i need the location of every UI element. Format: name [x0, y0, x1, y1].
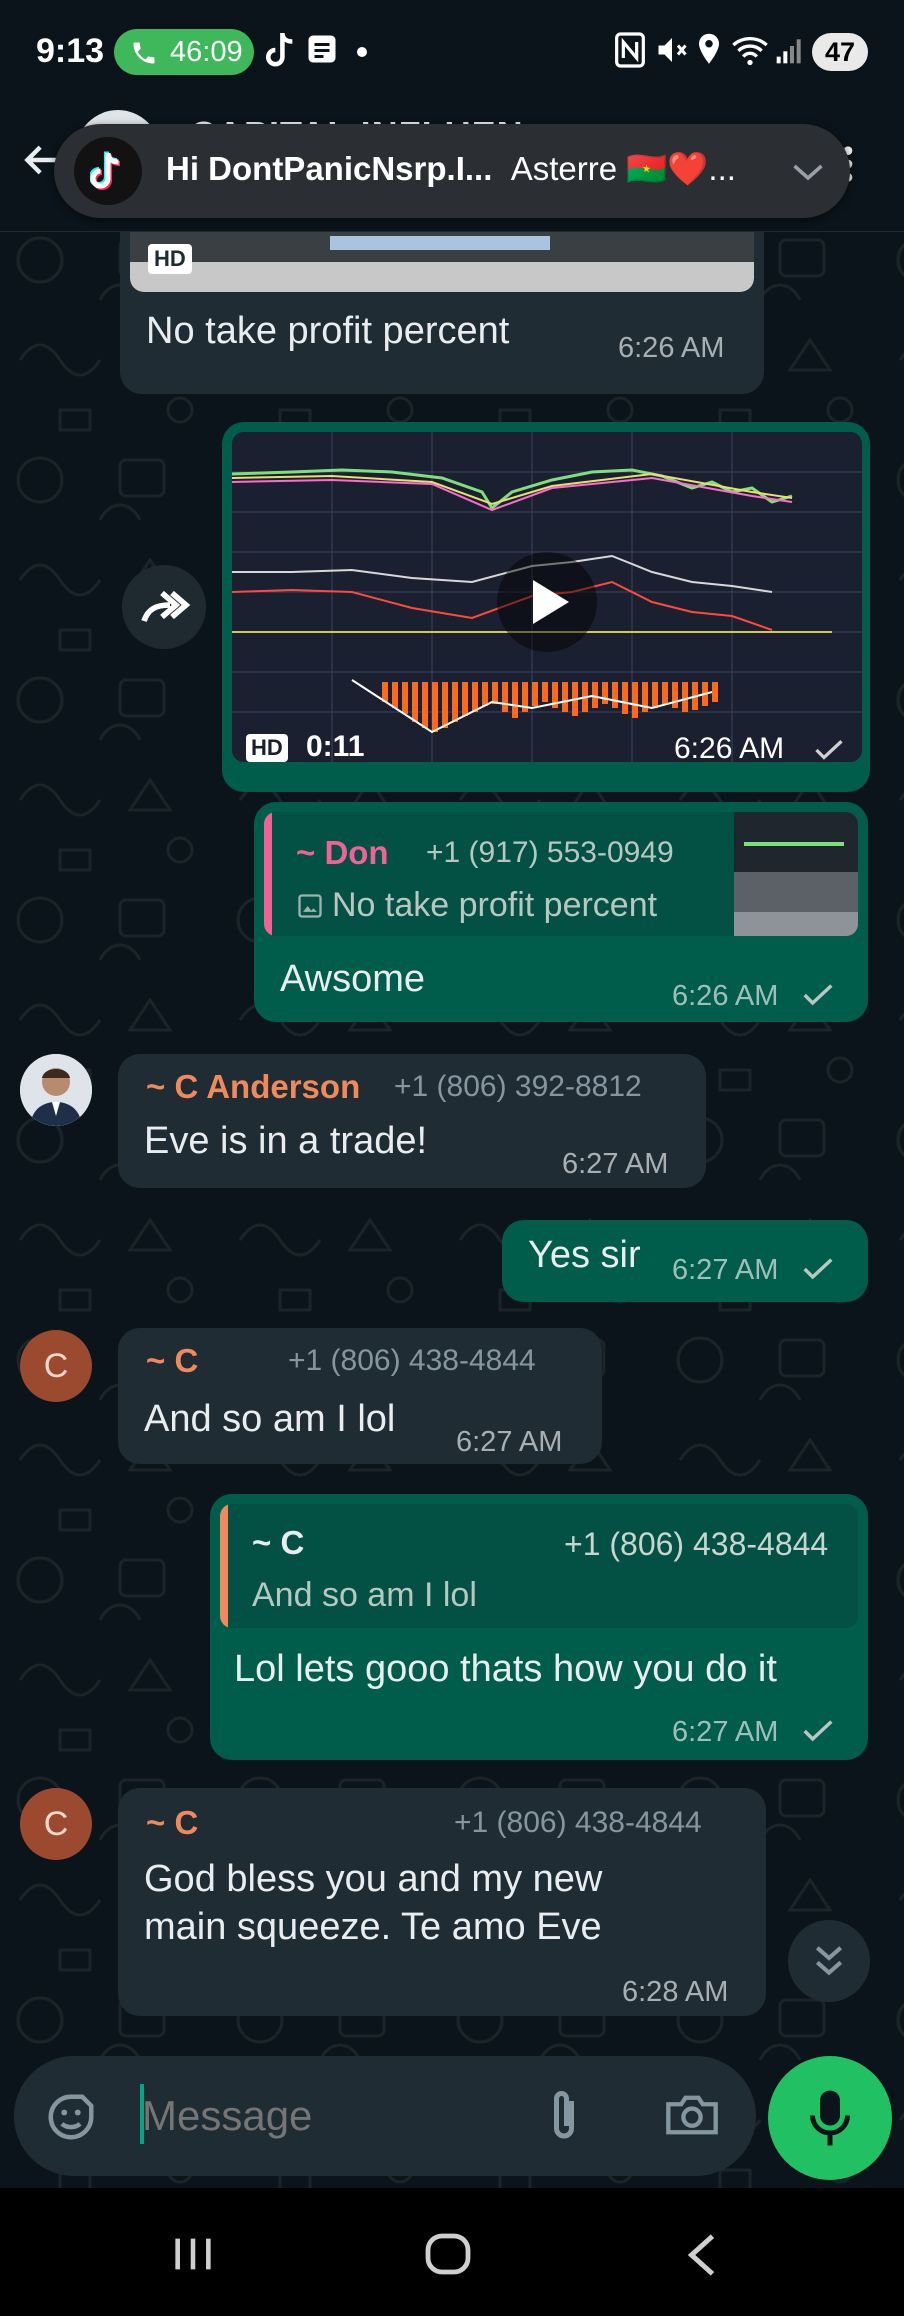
quote-thumbnail — [734, 812, 858, 936]
quoted-message[interactable]: ~ C +1 (806) 438-4844 And so am I lol — [220, 1504, 858, 1628]
quote-bar — [220, 1504, 228, 1628]
signal-icon — [776, 39, 801, 64]
sender-name: ~ C — [146, 1342, 199, 1379]
message-time: 6:26 AM — [672, 980, 779, 1012]
message-time: 6:26 AM — [674, 732, 785, 762]
message-bubble-outgoing[interactable]: ~ Don +1 (917) 553-0949 No take profit p… — [254, 802, 868, 1022]
note-icon — [308, 35, 336, 63]
sticker-icon[interactable] — [44, 2090, 98, 2144]
play-button[interactable] — [497, 552, 597, 652]
attach-icon[interactable] — [542, 2086, 586, 2146]
message-text-line-1: God bless you and my new — [144, 1858, 603, 1900]
quote-bar — [264, 812, 272, 936]
message-composer — [14, 2056, 756, 2176]
message-bubble-outgoing[interactable]: Yes sir 6:27 AM — [502, 1220, 868, 1302]
message-bubble-outgoing-video[interactable]: HD 0:11 6:26 AM — [222, 422, 870, 792]
check-icon — [803, 984, 833, 1006]
sender-name: ~ C Anderson — [146, 1068, 361, 1105]
quoted-message[interactable]: ~ Don +1 (917) 553-0949 No take profit p… — [264, 812, 858, 936]
message-bubble-incoming[interactable]: ~ C +1 (806) 438-4844 And so am I lol 6:… — [118, 1328, 602, 1464]
sender-name: ~ C — [146, 1804, 199, 1841]
hd-badge: HD — [148, 244, 192, 274]
mic-icon — [810, 2090, 850, 2146]
message-bubble-incoming[interactable]: ~ C +1 (806) 438-4844 God bless you and … — [118, 1788, 766, 2016]
chevron-down-icon[interactable] — [790, 158, 826, 186]
battery-icon: 47 — [812, 33, 868, 71]
check-icon — [803, 1720, 833, 1742]
message-text: And so am I lol — [144, 1398, 396, 1440]
recents-icon[interactable] — [170, 2234, 216, 2274]
ongoing-call-chip[interactable]: 46:09 — [114, 29, 254, 75]
dot-icon — [357, 47, 367, 57]
message-text: Eve is in a trade! — [144, 1120, 428, 1162]
message-bubble-incoming[interactable]: ~ C Anderson +1 (806) 392-8812 Eve is in… — [118, 1054, 706, 1188]
avatar-c-anderson[interactable] — [20, 1054, 92, 1126]
message-text-line-2: main squeeze. Te amo Eve — [144, 1906, 602, 1948]
profile-photo — [20, 1054, 92, 1126]
message-time: 6:27 AM — [562, 1148, 669, 1180]
tiktok-logo-icon — [90, 151, 121, 191]
message-time: 6:27 AM — [672, 1716, 779, 1748]
media-thumbnail[interactable] — [130, 232, 754, 292]
message-text: Lol lets gooo thats how you do it — [234, 1648, 777, 1690]
phone-icon — [133, 42, 155, 64]
nav-back-icon[interactable] — [684, 2232, 720, 2278]
notification-title: Hi DontPanicNsrp.I... — [166, 150, 493, 187]
message-text: Awsome — [280, 958, 426, 1000]
quote-sender-name: ~ Don — [296, 834, 389, 871]
check-icon — [815, 740, 843, 760]
hd-badge: HD — [246, 734, 288, 762]
camera-icon[interactable] — [664, 2090, 720, 2140]
sender-phone: +1 (806) 438-4844 — [288, 1344, 536, 1377]
video-duration: 0:11 — [306, 730, 365, 762]
image-icon — [298, 894, 322, 918]
call-timer: 46:09 — [170, 36, 243, 68]
quote-sender-phone: +1 (917) 553-0949 — [426, 836, 674, 869]
forward-icon — [141, 590, 190, 623]
voice-message-button[interactable] — [768, 2056, 892, 2180]
video-thumbnail[interactable]: HD 0:11 6:26 AM — [232, 432, 862, 762]
message-text: No take profit percent — [146, 310, 510, 352]
tiktok-icon — [266, 32, 293, 67]
quote-sender-name: ~ C — [252, 1524, 305, 1561]
chat-screen: { "status_bar": { "time": "9:13", "call_… — [0, 0, 904, 2316]
notification-body: Asterre 🇧🇫❤️... — [510, 150, 736, 187]
message-time: 6:27 AM — [672, 1254, 779, 1286]
message-time: 6:27 AM — [456, 1426, 563, 1458]
location-icon — [699, 33, 719, 64]
message-text: Yes sir — [528, 1234, 641, 1276]
message-bubble-outgoing[interactable]: ~ C +1 (806) 438-4844 And so am I lol Lo… — [210, 1494, 868, 1760]
notification-text: Hi DontPanicNsrp.I... Asterre 🇧🇫❤️... — [166, 150, 736, 189]
wifi-icon — [732, 37, 768, 66]
quote-text: No take profit percent — [332, 886, 658, 924]
quote-text: And so am I lol — [252, 1576, 477, 1614]
avatar-c[interactable]: C — [20, 1788, 92, 1860]
status-bar: 9:13 46:09 47 — [0, 0, 904, 104]
avatar-c[interactable]: C — [20, 1330, 92, 1402]
sender-phone: +1 (806) 392-8812 — [394, 1070, 642, 1103]
nfc-icon — [615, 32, 645, 68]
message-time: 6:26 AM — [618, 332, 725, 364]
status-time: 9:13 — [36, 32, 105, 70]
sender-phone: +1 (806) 438-4844 — [454, 1806, 702, 1839]
double-chevron-down-icon — [815, 1946, 843, 1976]
scroll-to-bottom-button[interactable] — [788, 1920, 870, 2002]
check-icon — [803, 1258, 833, 1280]
home-icon[interactable] — [424, 2232, 472, 2276]
tiktok-notification-banner[interactable]: Hi DontPanicNsrp.I... Asterre 🇧🇫❤️... — [54, 124, 850, 218]
play-icon — [533, 580, 569, 624]
tiktok-app-icon — [74, 137, 142, 205]
forward-button[interactable] — [122, 565, 206, 649]
battery-level: 47 — [824, 37, 856, 67]
message-time: 6:28 AM — [622, 1976, 729, 2008]
message-input[interactable] — [142, 2078, 522, 2154]
mute-icon — [658, 38, 687, 62]
quote-sender-phone: +1 (806) 438-4844 — [564, 1526, 829, 1562]
system-navigation-bar — [0, 2188, 904, 2316]
